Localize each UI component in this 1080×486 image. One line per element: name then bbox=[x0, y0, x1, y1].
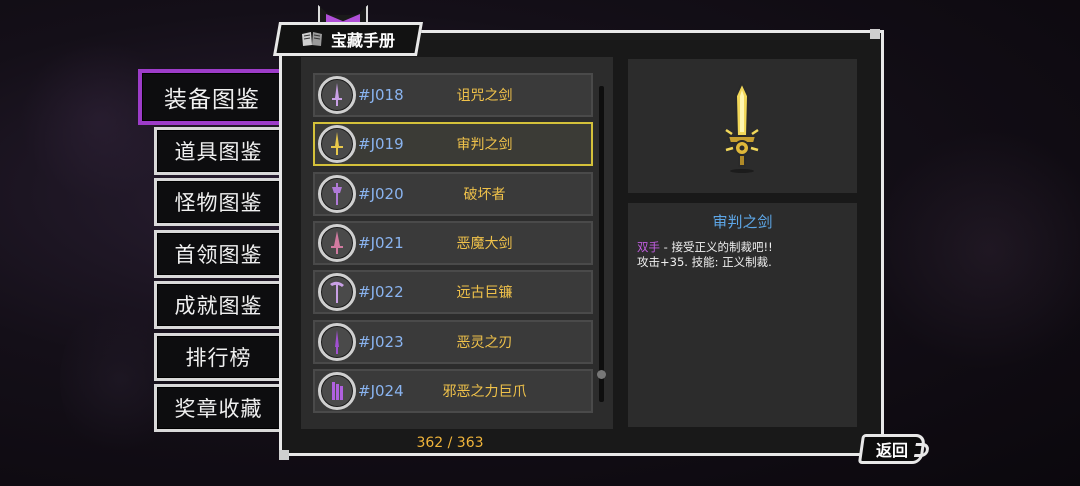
item-code: #J019 bbox=[358, 135, 404, 153]
item-code: #J022 bbox=[358, 283, 404, 301]
panel-corner bbox=[870, 29, 880, 39]
list-item[interactable]: #J023 恶灵之刃 bbox=[313, 320, 593, 364]
menu-item-equipment[interactable]: 装备图鉴 bbox=[138, 69, 292, 125]
back-button[interactable]: 返回 bbox=[857, 434, 930, 464]
item-detail-stats: 攻击+35. 技能: 正义制裁. bbox=[637, 255, 772, 269]
item-code: #J023 bbox=[358, 333, 404, 351]
menu-item-achievements[interactable]: 成就图鉴 bbox=[154, 281, 280, 329]
item-code: #J018 bbox=[358, 86, 404, 104]
list-item[interactable]: #J020 破坏者 bbox=[313, 172, 593, 216]
item-detail-quote: - 接受正义的制裁吧!! bbox=[660, 240, 773, 254]
demon-greatsword-icon bbox=[318, 224, 356, 262]
golden-sword-icon bbox=[725, 80, 759, 173]
evil-claw-icon bbox=[318, 372, 356, 410]
list-scrollbar[interactable] bbox=[599, 86, 604, 402]
evil-blade-icon bbox=[318, 323, 356, 361]
item-name: 恶灵之刃 bbox=[456, 335, 513, 351]
item-name: 恶魔大剑 bbox=[456, 236, 513, 252]
panel-title: 宝藏手册 bbox=[330, 31, 395, 50]
menu-item-label: 道具图鉴 bbox=[174, 140, 263, 164]
list-item[interactable]: #J024 邪恶之力巨爪 bbox=[313, 369, 593, 413]
background-glow bbox=[880, 120, 1080, 380]
item-detail-line1: 双手 - 接受正义的制裁吧!! bbox=[637, 240, 848, 255]
menu-item-label: 排行榜 bbox=[185, 346, 252, 370]
destroyer-icon bbox=[318, 175, 356, 213]
item-name: 审判之剑 bbox=[456, 137, 513, 153]
return-arrow-icon bbox=[913, 443, 930, 457]
back-button-label: 返回 bbox=[875, 441, 908, 460]
panel-corner bbox=[279, 450, 289, 460]
menu-item-bosses[interactable]: 首领图鉴 bbox=[154, 230, 280, 278]
item-name: 诅咒之剑 bbox=[456, 88, 513, 104]
menu-item-leaderboard[interactable]: 排行榜 bbox=[154, 333, 280, 381]
ancient-scythe-icon bbox=[318, 273, 356, 311]
item-preview bbox=[628, 59, 857, 193]
item-detail-tag: 双手 bbox=[637, 240, 660, 254]
menu-item-label: 奖章收藏 bbox=[174, 397, 263, 421]
collection-counter: 362 / 363 bbox=[416, 435, 484, 451]
scrollbar-thumb[interactable] bbox=[597, 370, 606, 379]
item-code: #J020 bbox=[358, 185, 404, 203]
list-item[interactable]: #J022 远古巨镰 bbox=[313, 270, 593, 314]
menu-item-monsters[interactable]: 怪物图鉴 bbox=[154, 178, 280, 226]
book-icon bbox=[301, 31, 323, 47]
menu-item-label: 怪物图鉴 bbox=[174, 191, 263, 215]
item-detail-name: 审判之剑 bbox=[712, 213, 773, 231]
cursed-sword-icon bbox=[318, 76, 356, 114]
menu-item-items[interactable]: 道具图鉴 bbox=[154, 127, 280, 175]
item-name: 远古巨镰 bbox=[456, 285, 513, 301]
panel-title-tab: 宝藏手册 bbox=[273, 22, 423, 56]
menu-item-label: 装备图鉴 bbox=[164, 87, 260, 113]
item-description-panel: 审判之剑 双手 - 接受正义的制裁吧!! 攻击+35. 技能: 正义制裁. bbox=[628, 203, 857, 427]
judgment-sword-icon bbox=[318, 125, 356, 163]
item-code: #J024 bbox=[358, 382, 404, 400]
list-item-selected[interactable]: #J019 审判之剑 bbox=[313, 122, 593, 166]
item-name: 邪恶之力巨爪 bbox=[442, 384, 527, 400]
menu-item-label: 成就图鉴 bbox=[174, 294, 263, 318]
list-item[interactable]: #J018 诅咒之剑 bbox=[313, 73, 593, 117]
menu-item-medals[interactable]: 奖章收藏 bbox=[154, 384, 280, 432]
menu-item-label: 首领图鉴 bbox=[174, 243, 263, 267]
list-item[interactable]: #J021 恶魔大剑 bbox=[313, 221, 593, 265]
item-name: 破坏者 bbox=[463, 187, 506, 203]
item-code: #J021 bbox=[358, 234, 404, 252]
